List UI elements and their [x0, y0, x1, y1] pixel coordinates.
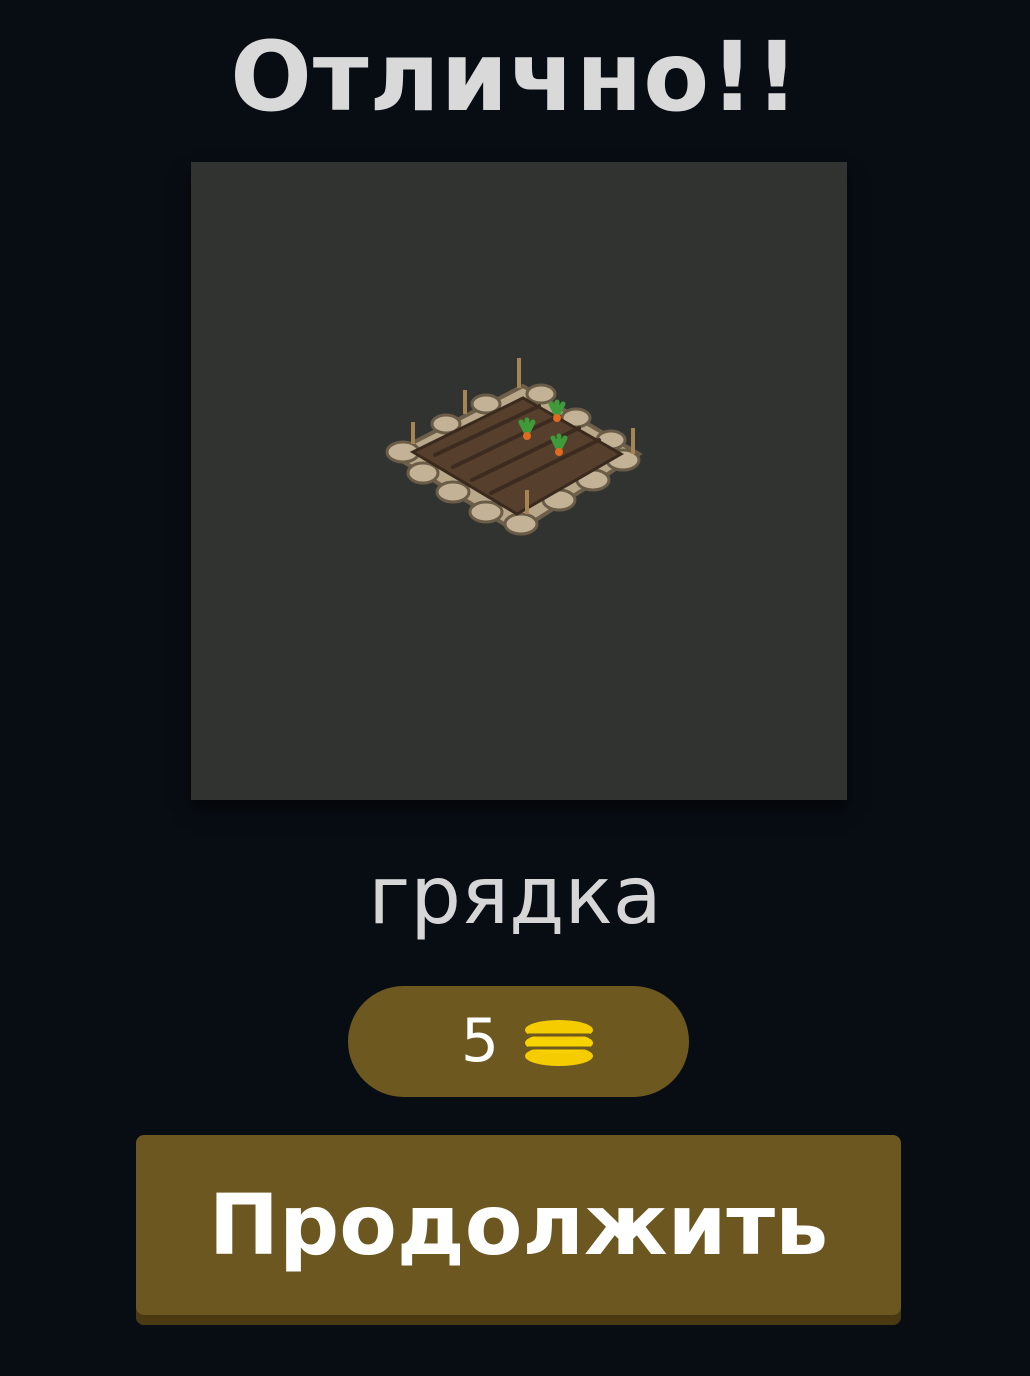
puzzle-image-panel — [191, 162, 847, 800]
coins-icon — [525, 1020, 593, 1066]
reward-amount: 5 — [460, 1006, 500, 1076]
continue-button[interactable]: Продолжить — [136, 1135, 901, 1325]
level-complete-screen: Отлично!! грядка 5 Продолжить — [0, 0, 1030, 1376]
answer-word: грядка — [368, 849, 662, 942]
reward-badge — [348, 986, 689, 1097]
garden-bed-icon — [385, 358, 643, 536]
continue-button-label: Продолжить — [208, 1176, 829, 1274]
page-title: Отлично!! — [230, 21, 800, 133]
